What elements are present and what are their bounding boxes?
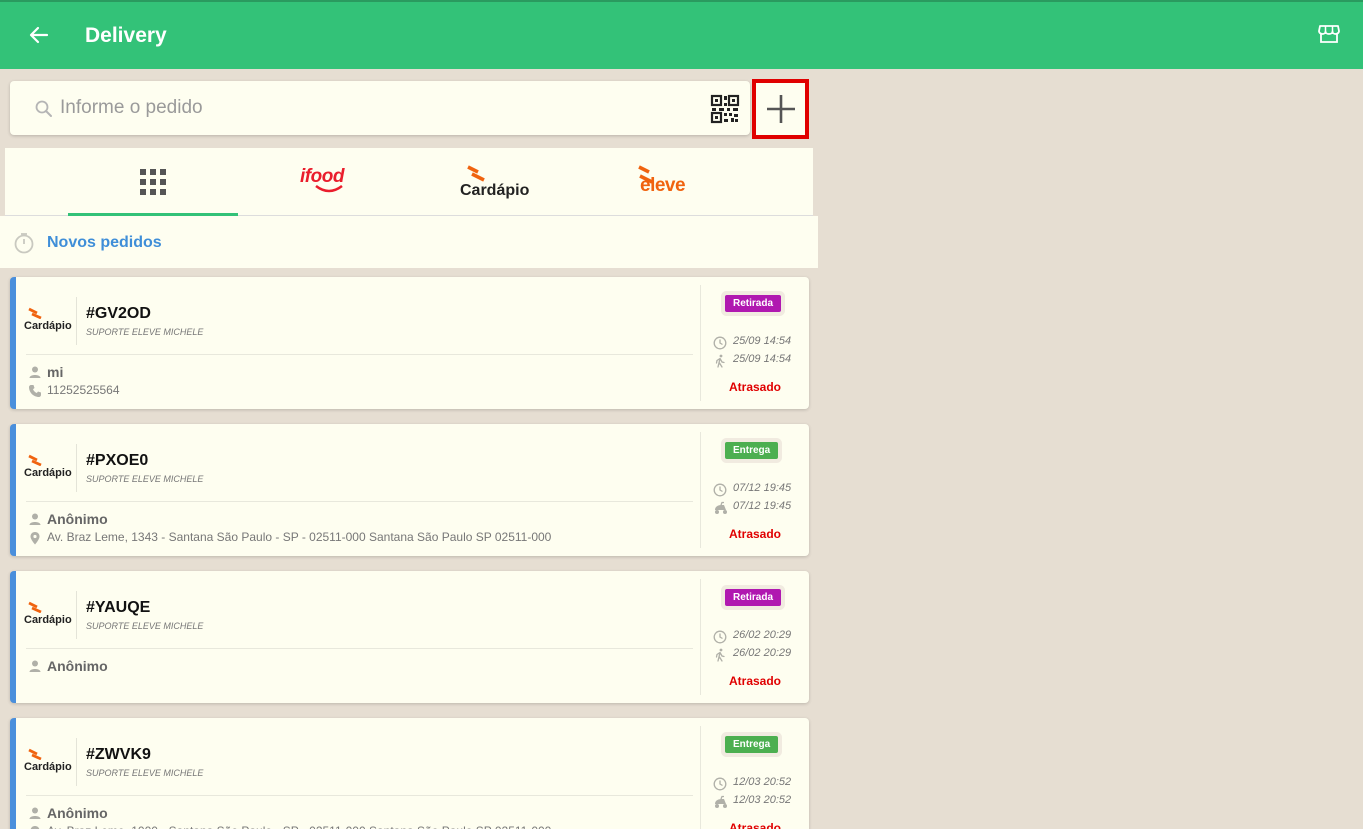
divider xyxy=(700,726,701,829)
cardapio-logo-icon xyxy=(28,748,42,760)
order-id: #ZWVK9 xyxy=(86,746,151,763)
qr-scan-button[interactable] xyxy=(710,94,740,124)
divider xyxy=(26,648,693,649)
store-icon xyxy=(1318,25,1340,43)
divider xyxy=(26,795,693,796)
arrow-left-icon xyxy=(29,26,49,44)
person-icon xyxy=(28,659,42,678)
cardapio-logo: Cardápio xyxy=(24,748,74,782)
divider xyxy=(700,432,701,548)
cardapio-logo: Cardápio xyxy=(24,454,74,488)
customer-detail: 11252525564 xyxy=(47,383,120,397)
search-icon xyxy=(35,100,52,117)
order-time: 12/03 20:52 xyxy=(733,776,792,788)
divider xyxy=(76,738,77,786)
logo-label: Cardápio xyxy=(24,467,72,479)
search-input[interactable] xyxy=(60,93,640,123)
customer-detail: Av. Braz Leme, 1343 - Santana São Paulo … xyxy=(47,530,552,544)
store-name: SUPORTE ELEVE MICHELE xyxy=(86,474,204,484)
order-card[interactable]: Cardápio #GV2OD SUPORTE ELEVE MICHELE mi 112… xyxy=(10,277,809,409)
cardapio-logo: Cardápio xyxy=(24,307,74,341)
tab-ifood[interactable]: ifood xyxy=(238,148,408,216)
location-icon xyxy=(28,825,42,829)
order-time: 26/02 20:29 xyxy=(733,629,792,641)
page-title: Delivery xyxy=(85,24,167,47)
order-time: 25/09 14:54 xyxy=(733,335,792,347)
cardapio-logo-icon xyxy=(28,307,42,319)
scooter-icon xyxy=(713,795,729,814)
clock-icon xyxy=(713,483,727,502)
divider xyxy=(76,444,77,492)
channel-tabs: ifood Cardápio eleve xyxy=(5,148,813,216)
tab-eleve-label: eleve xyxy=(640,175,686,196)
delivery-time: 25/09 14:54 xyxy=(733,353,792,365)
status-label: Atrasado xyxy=(729,380,782,394)
walk-icon xyxy=(713,354,727,373)
divider xyxy=(76,591,77,639)
scooter-icon xyxy=(713,501,729,520)
cardapio-logo-icon xyxy=(28,601,42,613)
tab-eleve[interactable]: eleve xyxy=(578,148,748,216)
order-id: #GV2OD xyxy=(86,305,151,322)
store-name: SUPORTE ELEVE MICHELE xyxy=(86,768,204,778)
qr-code-icon xyxy=(710,94,740,124)
cardapio-logo: Cardápio xyxy=(24,601,74,635)
store-name: SUPORTE ELEVE MICHELE xyxy=(86,327,204,337)
order-type-badge: Retirada xyxy=(725,589,782,606)
status-label: Atrasado xyxy=(729,821,782,829)
divider xyxy=(700,285,701,401)
status-label: Atrasado xyxy=(729,527,782,541)
tab-all[interactable] xyxy=(68,148,238,216)
search-bar xyxy=(10,81,750,135)
add-order-button[interactable] xyxy=(752,79,809,139)
logo-label: Cardápio xyxy=(24,761,72,773)
app-header: Delivery xyxy=(0,0,1363,69)
timer-icon xyxy=(14,233,34,254)
order-id: #PXOE0 xyxy=(86,452,149,469)
order-card[interactable]: Cardápio #YAUQE SUPORTE ELEVE MICHELE Anôni… xyxy=(10,571,809,703)
customer-name: Anônimo xyxy=(47,805,108,821)
status-label: Atrasado xyxy=(729,674,782,688)
order-type-badge: Retirada xyxy=(725,295,782,312)
store-button[interactable] xyxy=(1317,22,1343,48)
order-time: 07/12 19:45 xyxy=(733,482,792,494)
order-card[interactable]: Cardápio #PXOE0 SUPORTE ELEVE MICHELE Anôni… xyxy=(10,424,809,556)
back-button[interactable] xyxy=(24,20,54,50)
section-title: Novos pedidos xyxy=(47,234,162,251)
customer-name: Anônimo xyxy=(47,511,108,527)
grid-icon xyxy=(140,169,166,195)
customer-detail: Av. Braz Leme, 1000 - Santana São Paulo … xyxy=(47,824,551,829)
walk-icon xyxy=(713,648,727,667)
order-type-badge: Entrega xyxy=(725,736,779,753)
tab-cardapio[interactable]: Cardápio xyxy=(408,148,578,216)
divider xyxy=(26,501,693,502)
tab-cardapio-label: Cardápio xyxy=(460,182,530,199)
divider xyxy=(700,579,701,695)
order-type-badge: Entrega xyxy=(725,442,779,459)
divider xyxy=(76,297,77,345)
order-card[interactable]: Cardápio #ZWVK9 SUPORTE ELEVE MICHELE Anôni… xyxy=(10,718,809,829)
delivery-time: 26/02 20:29 xyxy=(733,647,792,659)
person-icon xyxy=(28,365,42,384)
delivery-time: 07/12 19:45 xyxy=(733,500,792,512)
cardapio-logo-icon xyxy=(28,454,42,466)
clock-icon xyxy=(713,777,727,796)
clock-icon xyxy=(713,630,727,649)
logo-label: Cardápio xyxy=(24,614,72,626)
clock-icon xyxy=(713,336,727,355)
customer-name: Anônimo xyxy=(47,658,108,674)
location-icon xyxy=(28,531,42,550)
phone-icon xyxy=(28,384,42,403)
ifood-logo: ifood xyxy=(300,166,350,196)
customer-name: mi xyxy=(47,364,64,380)
person-icon xyxy=(28,806,42,825)
order-id: #YAUQE xyxy=(86,599,151,616)
logo-label: Cardápio xyxy=(24,320,72,332)
person-icon xyxy=(28,512,42,531)
store-name: SUPORTE ELEVE MICHELE xyxy=(86,621,204,631)
cardapio-logo-icon xyxy=(467,165,485,182)
plus-icon xyxy=(767,95,795,123)
divider xyxy=(26,354,693,355)
delivery-time: 12/03 20:52 xyxy=(733,794,792,806)
